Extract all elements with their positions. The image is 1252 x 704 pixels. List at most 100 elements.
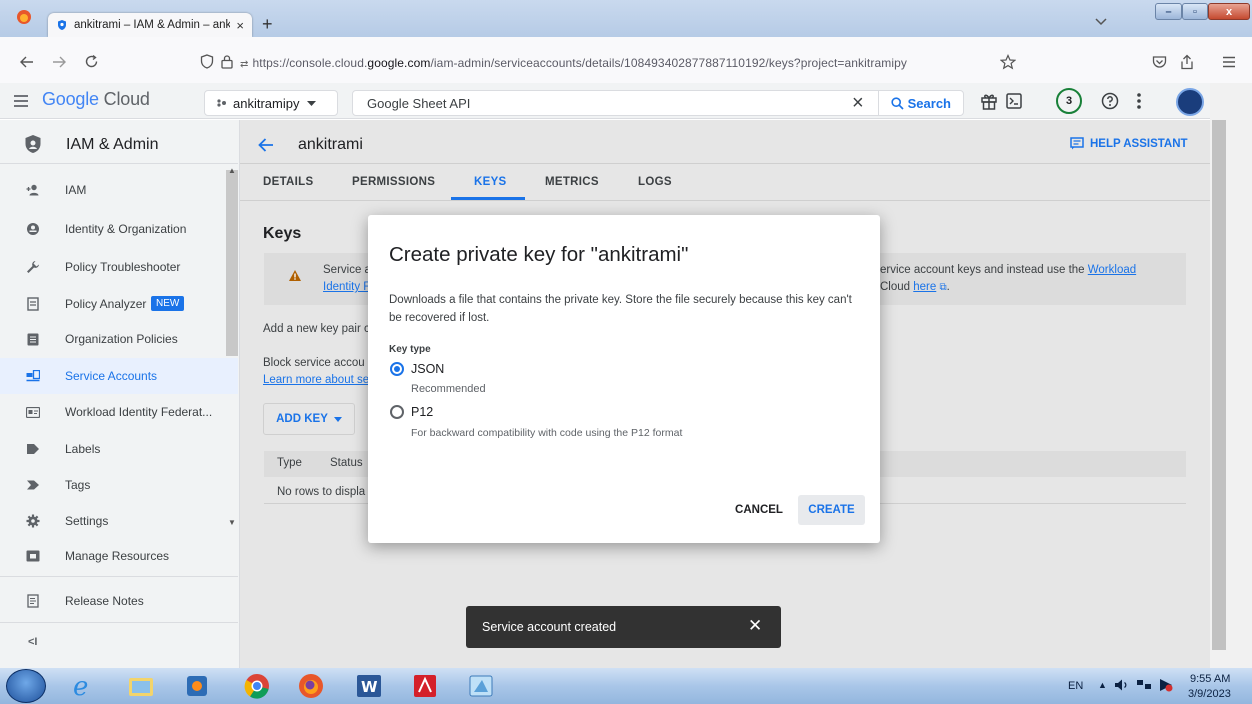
tab-keys[interactable]: KEYS [474, 176, 507, 188]
tab-logs[interactable]: LOGS [638, 176, 672, 188]
notifications-badge[interactable]: 3 [1056, 88, 1082, 114]
sidebar-item-label: Settings [65, 514, 109, 528]
action-center-icon[interactable] [1158, 678, 1174, 692]
sidebar-divider [0, 622, 238, 623]
url-suffix: /iam-admin/serviceaccounts/details/10849… [430, 56, 907, 70]
media-player-icon[interactable] [178, 672, 216, 700]
forward-arrow-icon[interactable] [52, 56, 66, 68]
tab-close-icon[interactable]: × [236, 18, 244, 33]
restore-button[interactable]: ▫ [1182, 3, 1208, 20]
sidebar-item-policy-troubleshooter[interactable]: Policy Troubleshooter [0, 249, 238, 285]
start-button[interactable] [6, 669, 46, 703]
sidebar-item-tags[interactable]: Tags [0, 467, 238, 503]
input-language[interactable]: EN [1068, 680, 1083, 692]
create-button[interactable]: CREATE [798, 495, 865, 525]
tab-permissions[interactable]: PERMISSIONS [352, 176, 435, 188]
help-assistant-button[interactable]: HELP ASSISTANT [1070, 137, 1188, 150]
json-radio-option[interactable]: JSON [389, 360, 589, 378]
back-arrow-icon[interactable] [20, 56, 34, 68]
brand-cloud: Cloud [103, 89, 150, 109]
sidebar-item-labels[interactable]: Labels [0, 431, 238, 467]
url-field[interactable]: ⇄ https://console.cloud.google.com/iam-ad… [240, 56, 907, 70]
learn-more-link[interactable]: Learn more about se [263, 374, 369, 386]
sidebar-item-label: Tags [65, 478, 91, 492]
sidebar-item-iam[interactable]: IAM [0, 172, 238, 208]
network-icon[interactable] [1136, 678, 1152, 692]
internet-explorer-icon[interactable]: e [64, 672, 102, 700]
browser-tab[interactable]: ankitrami – IAM & Admin – ank × [48, 13, 252, 37]
pocket-icon[interactable] [1152, 55, 1167, 69]
app-window-icon[interactable] [462, 672, 500, 700]
page-scrollbar-thumb[interactable] [1212, 120, 1226, 650]
lock-icon[interactable] [220, 54, 234, 69]
json-hint: Recommended [411, 383, 486, 395]
json-radio-button[interactable] [390, 362, 404, 376]
p12-radio-option[interactable]: P12 [389, 403, 589, 421]
external-link-icon: ⧉ [939, 282, 947, 293]
project-selector[interactable]: ankitramipy [204, 90, 338, 116]
search-input[interactable]: Google Sheet API [367, 96, 852, 111]
sidebar-item-organization-policies[interactable]: Organization Policies [0, 321, 238, 357]
table-header-status: Status [330, 457, 363, 469]
workload-link[interactable]: Workload [1088, 264, 1136, 276]
cloud-shell-icon[interactable] [1006, 93, 1022, 109]
sidebar-divider [0, 576, 238, 577]
main-menu-icon[interactable] [13, 95, 29, 107]
minimize-button[interactable]: – [1155, 3, 1182, 20]
gift-icon[interactable] [980, 92, 998, 110]
sidebar-item-label: IAM [65, 183, 87, 197]
p12-radio-button[interactable] [390, 405, 404, 419]
reload-icon[interactable] [84, 54, 99, 69]
firefox-icon[interactable] [292, 672, 330, 700]
show-hidden-icons[interactable]: ▲ [1098, 680, 1107, 690]
firefox-menu-icon[interactable] [10, 4, 38, 30]
share-icon[interactable] [1180, 54, 1194, 70]
search-button[interactable]: Search [877, 91, 963, 115]
collapse-sidebar-icon[interactable]: <I [28, 636, 37, 648]
cancel-button[interactable]: CANCEL [726, 495, 792, 525]
clock-date[interactable]: 3/9/2023 [1188, 688, 1231, 700]
sidebar-item-release-notes[interactable]: Release Notes [0, 583, 238, 619]
json-label: JSON [411, 362, 445, 376]
warning-link-left[interactable]: Identity F [323, 281, 370, 293]
tracking-shield-icon[interactable] [200, 54, 214, 69]
file-explorer-icon[interactable] [122, 672, 160, 700]
tab-metrics[interactable]: METRICS [545, 176, 599, 188]
shield-icon [56, 19, 68, 31]
tab-details[interactable]: DETAILS [263, 176, 313, 188]
project-name: ankitramipy [233, 95, 300, 111]
warning-text-right: ervice account keys and instead use the … [880, 264, 1136, 276]
search-bar[interactable]: Google Sheet API × Search [352, 90, 964, 116]
clock-time[interactable]: 9:55 AM [1190, 673, 1230, 685]
sidebar-item-manage-resources[interactable]: Manage Resources [0, 538, 238, 574]
close-button[interactable]: x [1208, 3, 1250, 20]
account-avatar[interactable] [1176, 88, 1204, 116]
google-cloud-logo[interactable]: Google Cloud [42, 89, 150, 110]
shield-logo-icon [24, 134, 42, 154]
svg-text:e: e [73, 673, 88, 699]
acrobat-icon[interactable] [406, 672, 444, 700]
bookmark-star-icon[interactable] [1000, 54, 1016, 70]
sidebar-item-service-accounts[interactable]: Service Accounts [0, 358, 238, 394]
new-tab-button[interactable]: + [262, 14, 273, 35]
tab-list-icon[interactable] [1095, 18, 1107, 26]
more-vert-icon[interactable] [1137, 93, 1141, 109]
here-link[interactable]: here [913, 281, 936, 293]
sidebar-item-settings[interactable]: Settings [0, 503, 238, 539]
sidebar-title: IAM & Admin [66, 136, 159, 153]
clear-search-icon[interactable]: × [852, 92, 864, 115]
warning-text-left: Service a [323, 264, 371, 276]
sidebar-item-workload-identity-federat[interactable]: Workload Identity Federat... [0, 394, 238, 430]
chrome-icon[interactable] [238, 672, 276, 700]
sidebar-item-label: Identity & Organization [65, 222, 187, 236]
sidebar-item-identity-organization[interactable]: Identity & Organization [0, 211, 238, 247]
word-icon[interactable]: W [350, 672, 388, 700]
snackbar-close-icon[interactable]: ✕ [748, 616, 762, 636]
sidebar-item-policy-analyzer[interactable]: Policy Analyzer NEW [0, 286, 238, 322]
section-title: Keys [263, 225, 302, 242]
add-key-button[interactable]: ADD KEY [263, 403, 355, 435]
volume-icon[interactable] [1114, 678, 1130, 692]
back-arrow-icon[interactable] [258, 138, 274, 152]
help-icon[interactable] [1101, 92, 1119, 110]
hamburger-menu-icon[interactable] [1222, 56, 1236, 68]
